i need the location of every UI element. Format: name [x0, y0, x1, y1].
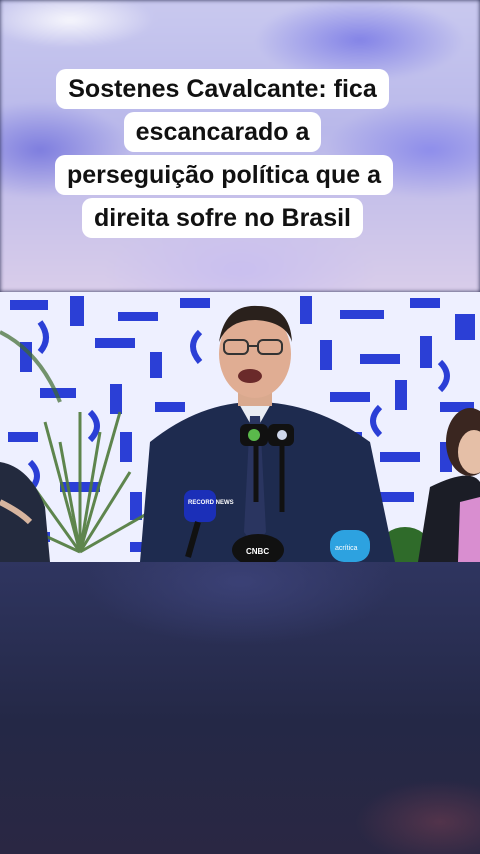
cnbc-mic-label: CNBC: [246, 547, 269, 556]
record-news-mic-label: RECORD NEWS: [188, 500, 234, 506]
video-frame[interactable]: RECORD NEWS CNBC acrítica: [0, 292, 480, 562]
press-conference-scene: RECORD NEWS CNBC acrítica: [0, 292, 480, 562]
acritica-mic-label: acrítica: [335, 545, 358, 552]
blurred-background-bottom: [0, 562, 480, 854]
headline-text: Sostenes Cavalcante: fica escancarado a …: [55, 69, 393, 238]
headline-caption: Sostenes Cavalcante: fica escancarado a …: [55, 68, 393, 240]
